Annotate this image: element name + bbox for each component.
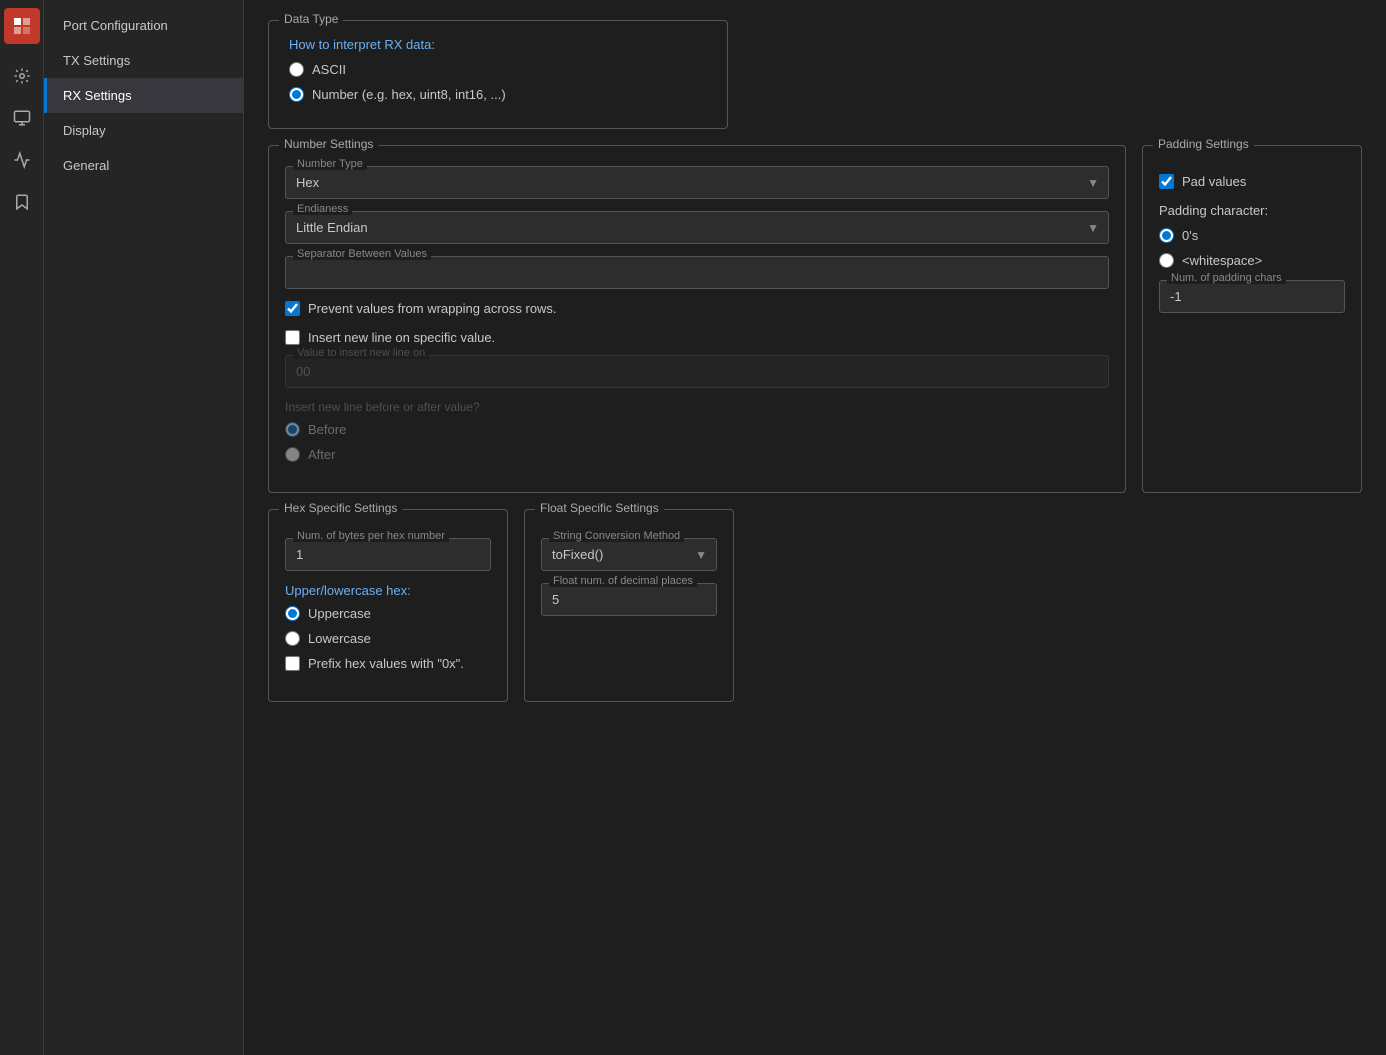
nav-item-display[interactable]: Display: [44, 113, 243, 148]
uppercase-label: Uppercase: [308, 606, 371, 621]
separator-group: Separator Between Values: [285, 256, 1109, 289]
before-radio-item[interactable]: Before: [285, 422, 1109, 437]
uppercase-radio[interactable]: [285, 606, 300, 621]
num-padding-chars-input[interactable]: [1159, 280, 1345, 313]
prevent-wrapping-checkbox-item[interactable]: Prevent values from wrapping across rows…: [285, 301, 1109, 316]
lowercase-radio[interactable]: [285, 631, 300, 646]
num-bytes-label: Num. of bytes per hex number: [293, 530, 449, 542]
number-label: Number (e.g. hex, uint8, int16, ...): [312, 87, 506, 102]
after-radio[interactable]: [285, 447, 300, 462]
value-newline-label: Value to insert new line on: [293, 347, 429, 359]
float-settings-box: Float Specific Settings String Conversio…: [524, 509, 734, 702]
lowercase-radio-item[interactable]: Lowercase: [285, 631, 491, 646]
app-logo[interactable]: [4, 8, 40, 44]
pad-values-label: Pad values: [1182, 174, 1246, 189]
middle-row: Number Settings Number Type Hex uint8 in…: [268, 145, 1362, 493]
lowercase-label: Lowercase: [308, 631, 371, 646]
before-after-group: Insert new line before or after value? B…: [285, 400, 1109, 462]
nav-item-rx-settings[interactable]: RX Settings: [44, 78, 243, 113]
hex-settings-title: Hex Specific Settings: [279, 501, 402, 515]
nav-item-general[interactable]: General: [44, 148, 243, 183]
how-to-label: How to interpret RX data:: [289, 37, 707, 52]
prefix-label: Prefix hex values with "0x".: [308, 656, 464, 671]
ascii-radio-item[interactable]: ASCII: [289, 62, 707, 77]
string-conversion-wrapper: String Conversion Method toFixed() toExp…: [541, 538, 717, 571]
value-newline-group: Value to insert new line on: [285, 355, 1109, 388]
bottom-row: Hex Specific Settings Num. of bytes per …: [268, 509, 1362, 702]
pad-values-checkbox-item[interactable]: Pad values: [1159, 174, 1345, 189]
number-type-label: Number Type: [293, 158, 367, 170]
after-label: After: [308, 447, 335, 462]
string-conversion-select[interactable]: toFixed() toExponential() toPrecision(): [541, 538, 717, 571]
float-settings-title: Float Specific Settings: [535, 501, 664, 515]
zeros-radio[interactable]: [1159, 228, 1174, 243]
number-type-wrapper: Number Type Hex uint8 int8 uint16 int16 …: [285, 166, 1109, 199]
data-type-title: Data Type: [279, 12, 343, 26]
uppercase-radio-item[interactable]: Uppercase: [285, 606, 491, 621]
pad-section: Pad values Padding character: 0's <white…: [1159, 166, 1345, 313]
prevent-wrapping-label: Prevent values from wrapping across rows…: [308, 301, 557, 316]
data-type-section: Data Type How to interpret RX data: ASCI…: [268, 20, 728, 129]
insert-newline-checkbox-item[interactable]: Insert new line on specific value.: [285, 330, 1109, 345]
icon-rail: [0, 0, 44, 1055]
padding-settings-box: Padding Settings Pad values Padding char…: [1142, 145, 1362, 493]
before-radio[interactable]: [285, 422, 300, 437]
before-label: Before: [308, 422, 346, 437]
endianess-wrapper: Endianess Little Endian Big Endian ▼: [285, 211, 1109, 244]
before-after-label: Insert new line before or after value?: [285, 400, 1109, 414]
separator-input[interactable]: [285, 256, 1109, 289]
padding-char-label: Padding character:: [1159, 203, 1345, 218]
hex-settings-box: Hex Specific Settings Num. of bytes per …: [268, 509, 508, 702]
float-decimal-label: Float num. of decimal places: [549, 575, 697, 587]
string-conversion-label: String Conversion Method: [549, 530, 684, 542]
float-decimal-input[interactable]: [541, 583, 717, 616]
prefix-checkbox-item[interactable]: Prefix hex values with "0x".: [285, 656, 491, 671]
number-radio-item[interactable]: Number (e.g. hex, uint8, int16, ...): [289, 87, 707, 102]
padding-settings-title: Padding Settings: [1153, 137, 1254, 151]
number-radio[interactable]: [289, 87, 304, 102]
settings-nav-icon[interactable]: [4, 58, 40, 94]
display-nav-icon[interactable]: [4, 100, 40, 136]
endianess-label: Endianess: [293, 203, 352, 215]
whitespace-radio[interactable]: [1159, 253, 1174, 268]
num-padding-chars-label: Num. of padding chars: [1167, 272, 1286, 284]
zeros-label: 0's: [1182, 228, 1198, 243]
whitespace-label: <whitespace>: [1182, 253, 1262, 268]
nav-item-tx-settings[interactable]: TX Settings: [44, 43, 243, 78]
num-padding-chars-group: Num. of padding chars: [1159, 280, 1345, 313]
nav-item-port-configuration[interactable]: Port Configuration: [44, 8, 243, 43]
insert-newline-label: Insert new line on specific value.: [308, 330, 495, 345]
whitespace-radio-item[interactable]: <whitespace>: [1159, 253, 1345, 268]
float-decimal-group: Float num. of decimal places: [541, 583, 717, 616]
main-content: Data Type How to interpret RX data: ASCI…: [244, 0, 1386, 1055]
value-newline-input[interactable]: [285, 355, 1109, 388]
prefix-checkbox[interactable]: [285, 656, 300, 671]
ascii-label: ASCII: [312, 62, 346, 77]
upper-lowercase-label: Upper/lowercase hex:: [285, 583, 491, 598]
number-type-select[interactable]: Hex uint8 int8 uint16 int16 float32: [285, 166, 1109, 199]
chart-nav-icon[interactable]: [4, 142, 40, 178]
pad-values-checkbox[interactable]: [1159, 174, 1174, 189]
after-radio-item[interactable]: After: [285, 447, 1109, 462]
endianess-select[interactable]: Little Endian Big Endian: [285, 211, 1109, 244]
prevent-wrapping-checkbox[interactable]: [285, 301, 300, 316]
number-settings-title: Number Settings: [279, 137, 378, 151]
ascii-radio[interactable]: [289, 62, 304, 77]
insert-newline-checkbox[interactable]: [285, 330, 300, 345]
num-bytes-input[interactable]: [285, 538, 491, 571]
zeros-radio-item[interactable]: 0's: [1159, 228, 1345, 243]
num-bytes-group: Num. of bytes per hex number: [285, 538, 491, 571]
bookmark-nav-icon[interactable]: [4, 184, 40, 220]
separator-label: Separator Between Values: [293, 248, 431, 260]
number-settings-box: Number Settings Number Type Hex uint8 in…: [268, 145, 1126, 493]
nav-sidebar: Port Configuration TX Settings RX Settin…: [44, 0, 244, 1055]
